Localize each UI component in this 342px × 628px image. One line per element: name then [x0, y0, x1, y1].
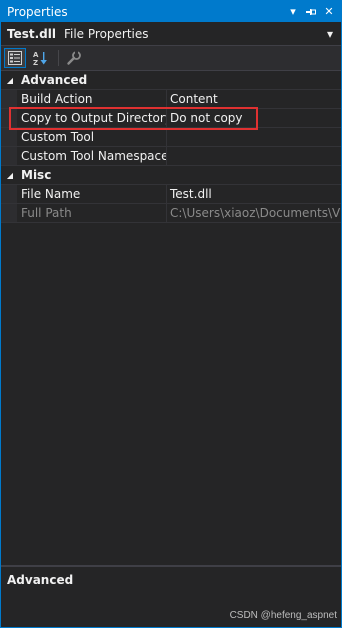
property-pages-button[interactable]: [63, 48, 85, 68]
property-name: Custom Tool Namespace: [17, 147, 167, 165]
chevron-down-icon[interactable]: ▾: [325, 27, 335, 41]
collapse-triangle-icon[interactable]: ◢: [3, 166, 17, 185]
close-icon[interactable]: ✕: [321, 4, 337, 20]
title-bar: Properties ▾ ✕: [1, 1, 341, 22]
collapse-triangle-icon[interactable]: ◢: [3, 71, 17, 90]
properties-toolbar: A Z: [1, 46, 341, 71]
object-name: Test.dll: [7, 26, 56, 41]
pin-icon[interactable]: [303, 4, 319, 20]
description-title: Advanced: [7, 573, 74, 587]
categorized-button[interactable]: [4, 48, 26, 68]
row-gutter: [1, 128, 17, 146]
property-value[interactable]: Test.dll: [167, 185, 341, 203]
row-gutter: [1, 90, 17, 108]
property-name: Full Path: [17, 204, 167, 222]
property-row-custom-tool-namespace[interactable]: Custom Tool Namespace: [1, 147, 341, 166]
property-row-file-name[interactable]: File Name Test.dll: [1, 185, 341, 204]
wrench-icon: [67, 51, 81, 65]
row-gutter: [1, 204, 17, 222]
property-value[interactable]: Content: [167, 90, 341, 108]
property-row-custom-tool[interactable]: Custom Tool: [1, 128, 341, 147]
properties-window: Properties ▾ ✕ Test.dll File Properties …: [0, 0, 342, 628]
category-advanced[interactable]: ◢ Advanced: [1, 71, 341, 90]
row-gutter: [1, 109, 17, 127]
svg-text:Z: Z: [33, 59, 38, 66]
object-selector[interactable]: Test.dll File Properties ▾: [1, 22, 341, 46]
categorized-icon: [8, 51, 22, 65]
property-value[interactable]: C:\Users\xiaoz\Documents\Visua: [167, 204, 341, 222]
row-gutter: [1, 147, 17, 165]
object-type: File Properties: [63, 26, 149, 41]
property-value[interactable]: [167, 128, 341, 146]
property-name: Custom Tool: [17, 128, 167, 146]
property-grid: ◢ Advanced Build Action Content Copy to …: [1, 71, 341, 223]
property-row-build-action[interactable]: Build Action Content: [1, 90, 341, 109]
property-name: File Name: [17, 185, 167, 203]
toolbar-separator: [58, 50, 59, 66]
watermark: CSDN @hefeng_aspnet: [229, 610, 337, 621]
property-name: Build Action: [17, 90, 167, 108]
category-label: Misc: [21, 168, 52, 182]
svg-text:A: A: [33, 51, 39, 59]
property-value[interactable]: [167, 147, 341, 165]
category-label: Advanced: [21, 73, 88, 87]
property-row-copy-to-output[interactable]: Copy to Output Directory Do not copy: [1, 109, 341, 128]
alphabetical-button[interactable]: A Z: [29, 48, 51, 68]
category-misc[interactable]: ◢ Misc: [1, 166, 341, 185]
window-menu-dropdown-icon[interactable]: ▾: [285, 4, 301, 20]
property-name: Copy to Output Directory: [17, 109, 167, 127]
property-value[interactable]: Do not copy: [167, 109, 341, 127]
pin-icon-graphic: [306, 8, 316, 15]
window-title: Properties: [7, 4, 68, 19]
alphabetical-sort-icon: A Z: [33, 51, 47, 66]
row-gutter: [1, 185, 17, 203]
property-row-full-path[interactable]: Full Path C:\Users\xiaoz\Documents\Visua: [1, 204, 341, 223]
